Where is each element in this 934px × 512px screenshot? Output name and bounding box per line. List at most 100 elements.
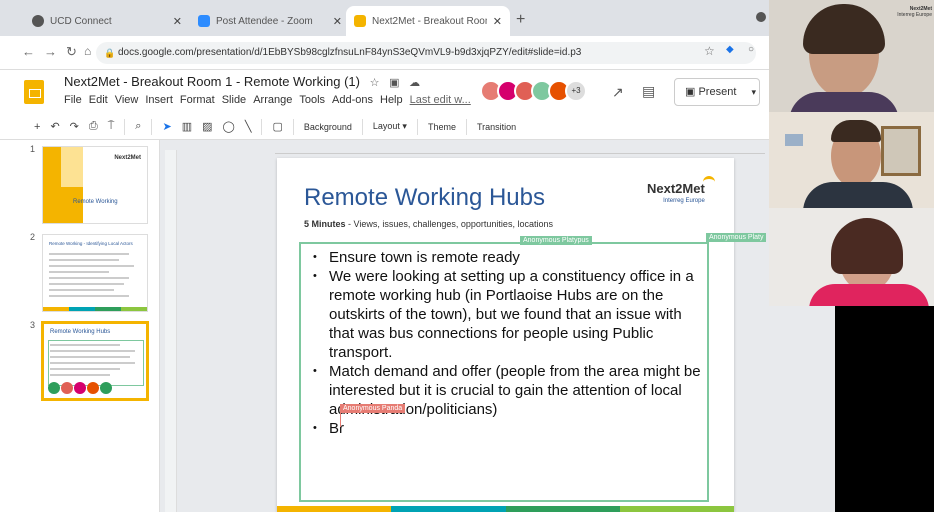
layout-label: Layout bbox=[372, 121, 400, 131]
menu-slide[interactable]: Slide bbox=[222, 94, 246, 106]
transition-button[interactable]: Transition bbox=[477, 122, 516, 132]
video-tile-3[interactable] bbox=[769, 208, 934, 306]
badge-subtext: Interreg Europe bbox=[897, 12, 932, 18]
theme-button[interactable]: Theme bbox=[428, 122, 456, 132]
extension-icon[interactable]: ◆ bbox=[726, 44, 734, 55]
back-icon[interactable]: ← bbox=[22, 44, 35, 59]
menu-format[interactable]: Format bbox=[180, 94, 215, 106]
participant-shoulders bbox=[809, 284, 929, 306]
thumbnail-title: Remote Working bbox=[73, 199, 118, 205]
zoom-icon[interactable]: ⌕ bbox=[135, 120, 141, 133]
menu-tools[interactable]: Tools bbox=[299, 94, 325, 106]
text-line bbox=[49, 295, 129, 297]
paint-format-icon[interactable]: ⍑ bbox=[108, 120, 115, 133]
participant-shoulders bbox=[803, 182, 913, 208]
select-icon[interactable]: ➤ bbox=[162, 120, 171, 133]
undo-icon[interactable]: ↶ bbox=[50, 120, 59, 133]
thumbnail-avatars bbox=[48, 382, 112, 394]
menu-view[interactable]: View bbox=[115, 94, 139, 106]
video-tile-2[interactable] bbox=[769, 112, 934, 208]
tab-ucd-connect[interactable]: UCD Connect ✕ bbox=[24, 6, 190, 36]
text-line bbox=[50, 350, 135, 352]
text-line bbox=[50, 374, 110, 376]
chevron-down-icon[interactable]: ▾ bbox=[751, 87, 756, 97]
redo-icon[interactable]: ↷ bbox=[70, 120, 79, 133]
slide-subtitle[interactable]: 5 Minutes - Views, issues, challenges, o… bbox=[304, 219, 553, 229]
bullet-item[interactable]: Br bbox=[309, 419, 709, 438]
more-avatars-badge[interactable]: +3 bbox=[565, 80, 587, 102]
reload-icon[interactable]: ↻ bbox=[66, 44, 77, 60]
logo-subtext: Interreg Europe bbox=[663, 198, 705, 204]
close-icon[interactable]: ✕ bbox=[333, 15, 342, 28]
tab-label: UCD Connect bbox=[50, 15, 112, 27]
horizontal-ruler bbox=[275, 140, 765, 154]
url-field[interactable]: 🔒 docs.google.com/presentation/d/1EbBYSb… bbox=[96, 42, 756, 64]
slide-number: 2 bbox=[30, 232, 36, 242]
slide-title[interactable]: Remote Working Hubs bbox=[304, 184, 545, 212]
folder-icon[interactable]: ▣ bbox=[389, 77, 399, 89]
add-slide-icon[interactable]: + bbox=[34, 121, 40, 133]
zoom-icon bbox=[198, 15, 210, 27]
tab-zoom[interactable]: Post Attendee - Zoom ✕ bbox=[190, 6, 350, 36]
close-icon[interactable]: ✕ bbox=[493, 15, 502, 28]
last-edit-link[interactable]: Last edit w... bbox=[410, 94, 471, 106]
doc-title[interactable]: Next2Met - Breakout Room 1 - Remote Work… bbox=[64, 74, 360, 89]
star-icon[interactable]: ☆ bbox=[370, 77, 380, 89]
divider bbox=[465, 118, 467, 135]
bullet-textbox[interactable]: Ensure town is remote ready We were look… bbox=[299, 242, 709, 502]
layout-button[interactable]: Layout ▾ bbox=[373, 121, 407, 132]
video-tile-1[interactable]: Next2Met Interreg Europe bbox=[769, 0, 934, 112]
shape-icon[interactable]: ◯ bbox=[223, 120, 235, 133]
collaborator-cursor-label: Anonymous Platypus bbox=[520, 236, 592, 245]
close-icon[interactable]: ✕ bbox=[173, 15, 182, 28]
comment-icon[interactable]: ▤ bbox=[642, 83, 655, 100]
slides-logo-icon[interactable] bbox=[24, 80, 44, 104]
menu-add-ons[interactable]: Add-ons bbox=[332, 94, 373, 106]
new-tab-icon[interactable]: + bbox=[516, 11, 525, 29]
bullet-item[interactable]: Ensure town is remote ready bbox=[309, 248, 709, 267]
tab-slides[interactable]: Next2Met - Breakout Room 1 - R ✕ bbox=[346, 6, 510, 36]
lock-icon: 🔒 bbox=[104, 48, 116, 58]
present-button[interactable]: ▣ Present ▾ bbox=[674, 78, 760, 106]
menu-edit[interactable]: Edit bbox=[89, 94, 108, 106]
present-icon: ▣ bbox=[685, 86, 696, 98]
subtitle-text: - Views, issues, challenges, opportuniti… bbox=[345, 219, 553, 229]
home-icon[interactable]: ⌂ bbox=[84, 44, 91, 58]
image-icon[interactable]: ▨ bbox=[202, 120, 212, 133]
forward-icon[interactable]: → bbox=[44, 44, 57, 59]
divider bbox=[124, 118, 126, 135]
slide-thumbnail-3[interactable]: Remote Working Hubs bbox=[42, 322, 148, 400]
collaborator-cursor-label: Anonymous Platy bbox=[706, 233, 767, 242]
screen: UCD Connect ✕ Post Attendee - Zoom ✕ Nex… bbox=[0, 0, 934, 512]
tab-label: Post Attendee - Zoom bbox=[216, 15, 313, 27]
next2met-logo: Next2Met Interreg Europe bbox=[647, 176, 715, 204]
line-icon[interactable]: ╲ bbox=[245, 120, 252, 133]
activity-icon[interactable]: ↗ bbox=[612, 84, 624, 101]
slide-thumbnail-1[interactable]: Next2Met Remote Working bbox=[42, 146, 148, 224]
divider bbox=[261, 118, 263, 135]
toolbar: + ↶ ↷ ⎙ ⍑ ⌕ ➤ ▥ ▨ ◯ ╲ ▢ Background Layou… bbox=[0, 114, 780, 140]
menu-arrange[interactable]: Arrange bbox=[253, 94, 292, 106]
comment-add-icon[interactable]: ▢ bbox=[272, 120, 282, 133]
bullet-item[interactable]: We were looking at setting up a constitu… bbox=[309, 267, 709, 362]
subtitle-bold: 5 Minutes bbox=[304, 219, 346, 229]
menu-help[interactable]: Help bbox=[380, 94, 403, 106]
current-slide[interactable]: Remote Working Hubs Next2Met Interreg Eu… bbox=[277, 158, 734, 512]
print-icon[interactable]: ⎙ bbox=[89, 120, 98, 133]
text-box-icon[interactable]: ▥ bbox=[182, 120, 192, 133]
slide-filmstrip: 1 Next2Met Remote Working 2 Remote Worki… bbox=[0, 140, 160, 512]
doc-title-row: Next2Met - Breakout Room 1 - Remote Work… bbox=[64, 74, 420, 89]
address-bar-row: ← → ↻ ⌂ 🔒 docs.google.com/presentation/d… bbox=[0, 36, 780, 70]
window-menu-icon[interactable] bbox=[756, 12, 766, 22]
thumbnail-color-bar bbox=[43, 307, 147, 311]
menu-file[interactable]: File bbox=[64, 94, 82, 106]
star-icon[interactable]: ☆ bbox=[704, 44, 715, 58]
text-line bbox=[49, 289, 114, 291]
menu-insert[interactable]: Insert bbox=[145, 94, 173, 106]
extension-icon[interactable]: ○ bbox=[748, 44, 754, 55]
slide-thumbnail-2[interactable]: Remote Working - Identifying Local Actor… bbox=[42, 234, 148, 312]
slide-color-bar bbox=[277, 506, 734, 512]
background-button[interactable]: Background bbox=[304, 122, 352, 132]
divider bbox=[416, 118, 418, 135]
thumbnail-logo: Next2Met bbox=[114, 155, 141, 161]
